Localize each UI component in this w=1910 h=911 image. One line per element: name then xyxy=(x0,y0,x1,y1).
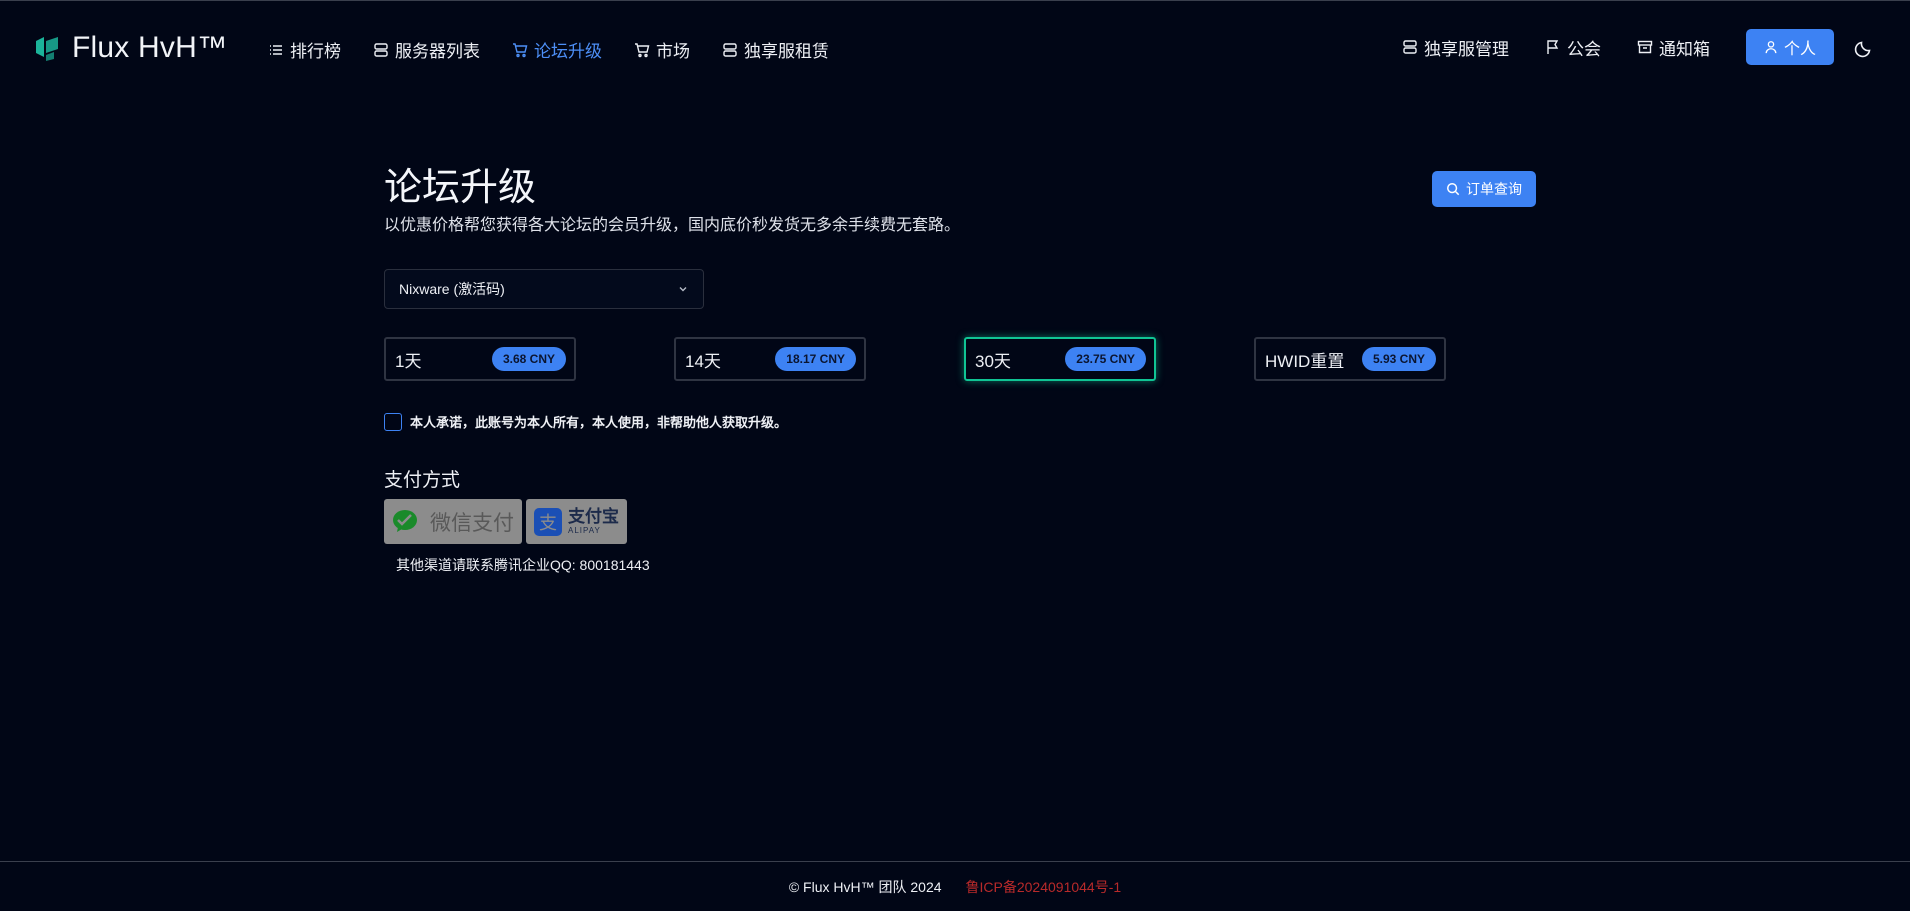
plan-14-day[interactable]: 14天 18.17 CNY xyxy=(674,337,866,381)
alipay-label-cn: 支付宝 xyxy=(568,507,619,526)
cart-icon xyxy=(635,42,650,57)
plan-options: 1天 3.68 CNY 14天 18.17 CNY 30天 23.75 CNY … xyxy=(384,337,1536,381)
nav-item-label: 排行榜 xyxy=(290,42,341,61)
flux-logo-icon xyxy=(36,37,58,61)
user-icon xyxy=(1765,41,1777,54)
footer-icp-link[interactable]: 鲁ICP备2024091044号-1 xyxy=(966,877,1122,897)
server-icon xyxy=(1403,40,1417,54)
nav-item-label: 独享服管理 xyxy=(1423,39,1509,59)
personal-button[interactable]: 个人 xyxy=(1745,29,1834,65)
other-contact-text: 其他渠道请联系腾讯企业QQ: 800181443 xyxy=(396,557,650,573)
alipay-button[interactable]: 支 支付宝 ALIPAY xyxy=(526,499,627,544)
top-navbar: Flux HvH™ 排行榜 服务器列表 论坛升级 市场 独享服租赁 独享服管理 xyxy=(0,1,1910,97)
nav-item-guild[interactable]: 公会 xyxy=(1545,35,1601,60)
nav-item-market[interactable]: 市场 xyxy=(634,37,690,62)
nav-item-forum-upgrade[interactable]: 论坛升级 xyxy=(512,37,602,62)
nav-item-label: 通知箱 xyxy=(1658,39,1710,59)
nav-item-dedicated-manage[interactable]: 独享服管理 xyxy=(1402,35,1509,60)
nav-item-label: 市场 xyxy=(656,42,690,61)
page-title: 论坛升级 xyxy=(384,167,537,209)
payment-title: 支付方式 xyxy=(384,470,461,491)
chevron-down-icon xyxy=(679,287,687,292)
plan-label: 14天 xyxy=(685,351,721,371)
agreement-checkbox[interactable] xyxy=(384,412,402,431)
nav-item-server-list[interactable]: 服务器列表 xyxy=(373,37,480,62)
payment-methods: 微信支付 支 支付宝 ALIPAY xyxy=(384,499,627,544)
agreement-text: 本人承诺，此账号为本人所有，本人使用，非帮助他人获取升级。 xyxy=(410,415,788,430)
personal-button-label: 个人 xyxy=(1783,41,1816,58)
nav-item-label: 独享服租赁 xyxy=(744,42,829,61)
moon-icon[interactable] xyxy=(1854,38,1874,58)
plan-label: 1天 xyxy=(395,351,422,371)
page-subtitle: 以优惠价格帮您获得各大论坛的会员升级，国内底价秒发货无多余手续费无套路。 xyxy=(384,217,961,234)
list-icon xyxy=(270,44,282,55)
alipay-icon: 支 xyxy=(534,507,562,536)
archive-icon xyxy=(1637,40,1653,54)
nav-item-label: 公会 xyxy=(1566,39,1601,59)
svg-text:支: 支 xyxy=(539,513,557,534)
wechat-pay-button[interactable]: 微信支付 xyxy=(384,499,522,544)
server-icon xyxy=(723,42,737,57)
footer: © Flux HvH™ 团队 2024 鲁ICP备2024091044号-1 xyxy=(0,861,1910,911)
order-query-label: 订单查询 xyxy=(1466,181,1522,197)
plan-1-day[interactable]: 1天 3.68 CNY xyxy=(384,337,576,381)
nav-item-label: 服务器列表 xyxy=(395,42,480,61)
nav-left: 排行榜 服务器列表 论坛升级 市场 独享服租赁 xyxy=(268,37,829,62)
product-select-value: Nixware (激活码) xyxy=(399,281,505,297)
footer-copyright: © Flux HvH™ 团队 2024 xyxy=(788,879,942,895)
server-icon xyxy=(374,42,388,57)
nav-item-dedicated-rental[interactable]: 独享服租赁 xyxy=(722,37,829,62)
flag-icon xyxy=(1547,40,1559,54)
nav-item-leaderboard[interactable]: 排行榜 xyxy=(268,37,341,62)
brand-logo[interactable]: Flux HvH™ xyxy=(34,31,227,65)
nav-item-inbox[interactable]: 通知箱 xyxy=(1637,35,1710,60)
brand-name: Flux HvH™ xyxy=(72,31,228,64)
main-content: 论坛升级 以优惠价格帮您获得各大论坛的会员升级，国内底价秒发货无多余手续费无套路… xyxy=(384,166,1536,573)
nav-right: 独享服管理 公会 通知箱 个人 xyxy=(1402,29,1834,65)
wechat-icon xyxy=(393,509,417,532)
cart-icon xyxy=(513,42,528,57)
wechat-pay-label: 微信支付 xyxy=(430,511,514,535)
plan-price-badge: 3.68 CNY xyxy=(491,347,566,371)
nav-item-label: 论坛升级 xyxy=(534,42,602,61)
alipay-label-en: ALIPAY xyxy=(568,526,601,535)
plan-price-badge: 18.17 CNY xyxy=(775,347,856,371)
agreement-row: 本人承诺，此账号为本人所有，本人使用，非帮助他人获取升级。 xyxy=(384,412,787,431)
order-query-button[interactable]: 订单查询 xyxy=(1432,171,1536,207)
plan-price-badge: 23.75 CNY xyxy=(1065,347,1146,371)
product-select[interactable]: Nixware (激活码) xyxy=(384,269,704,309)
plan-label: 30天 xyxy=(975,351,1011,371)
search-icon xyxy=(1447,183,1460,196)
plan-30-day[interactable]: 30天 23.75 CNY xyxy=(964,337,1156,381)
plan-label: HWID重置 xyxy=(1265,351,1345,371)
plan-price-badge: 5.93 CNY xyxy=(1361,347,1436,371)
plan-hwid-reset[interactable]: HWID重置 5.93 CNY xyxy=(1254,337,1446,381)
